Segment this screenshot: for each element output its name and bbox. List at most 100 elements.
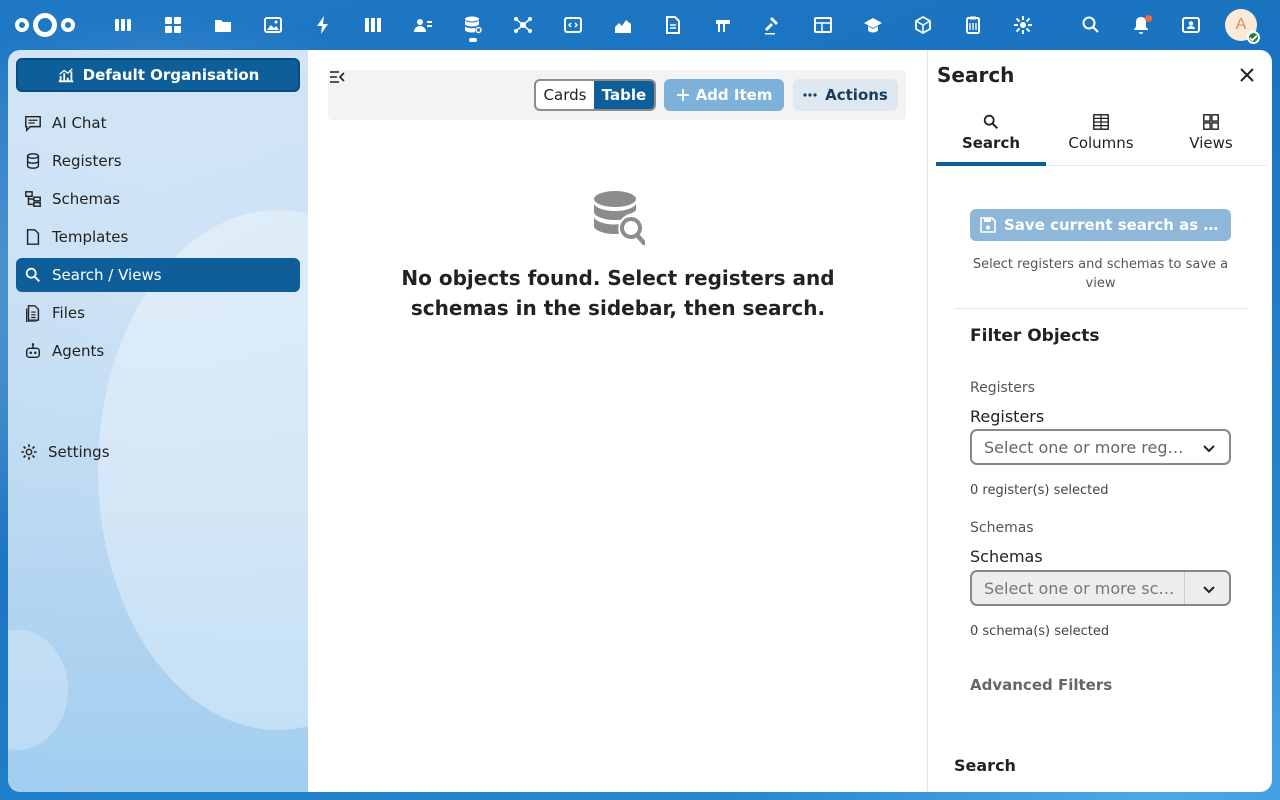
registers-select[interactable]: Select one or more registers [970,429,1231,465]
schemas-placeholder: Select one or more schemas [984,578,1184,598]
nextcloud-logo[interactable] [14,11,76,39]
widgets-icon[interactable] [148,0,198,50]
robot-icon [25,343,41,359]
advanced-filters-toggle[interactable]: Advanced Filters [970,676,1112,694]
sidebar-item-label: Templates [52,228,129,246]
organisation-label: Default Organisation [82,66,260,84]
chevron-down-icon [1203,445,1215,453]
table-view-button[interactable]: Table [594,81,654,109]
network-icon[interactable] [498,0,548,50]
files-icon [26,305,40,322]
add-item-label: Add Item [695,86,773,104]
toolbar: Cards Table Add Item Actions [328,70,906,120]
main-content: Cards Table Add Item Actions No objects … [308,50,927,792]
tab-label: Columns [1068,134,1134,152]
sidebar-item-label: AI Chat [52,114,107,132]
panel-tabs: Search Columns Views [936,110,1266,166]
toggle-navigation-button[interactable] [324,64,350,90]
tab-views[interactable]: Views [1156,110,1266,165]
gear-icon [21,444,37,460]
avatar-letter: A [1235,16,1247,33]
sidebar-item-label: Schemas [52,190,121,208]
cards-view-button[interactable]: Cards [536,81,594,109]
education-icon[interactable] [848,0,898,50]
flag-icon[interactable] [698,0,748,50]
registers-section-label: Registers [970,380,1035,396]
files-icon[interactable] [198,0,248,50]
save-view-label: Save current search as view [1004,216,1219,234]
save-hint: Select registers and schemas to save a v… [972,257,1229,291]
tab-columns[interactable]: Columns [1046,110,1156,165]
organisation-button[interactable]: Default Organisation [16,58,300,92]
sidebar-item-registers[interactable]: Registers [16,144,300,178]
sidebar-item-label: Agents [52,342,105,360]
organisation-icon [58,68,73,83]
sidebar-item-settings[interactable]: Settings [16,435,300,469]
notification-dot [1145,15,1152,22]
select-divider [1184,572,1185,604]
sidebar-item-agents[interactable]: Agents [16,334,300,368]
activity-icon[interactable] [298,0,348,50]
sidebar-item-schemas[interactable]: Schemas [16,182,300,216]
chat-icon [25,115,41,132]
menu-collapse-icon [330,71,345,83]
background-shape [8,630,68,750]
tab-label: Search [961,134,1021,152]
photos-icon[interactable] [248,0,298,50]
sidebar-item-label: Search / Views [52,266,162,284]
plus-icon [676,89,689,101]
deck-icon[interactable] [348,0,398,50]
view-toggle: Cards Table [534,79,656,111]
close-button[interactable] [1236,64,1258,86]
sidebar-item-label: Files [52,304,85,322]
clipboard-icon[interactable] [948,0,998,50]
panel-title: Search [937,63,1015,87]
schemas-field-label: Schemas [970,547,1043,566]
app-navigation: Default Organisation AI Chat Registers S… [8,50,308,792]
search-sidebar: Search Search Columns Views Save current… [927,50,1272,792]
avatar[interactable]: A [1225,9,1260,44]
code-icon[interactable] [548,0,598,50]
gavel-icon[interactable] [748,0,798,50]
dots-horizontal-icon [803,93,817,97]
tab-label: Views [1189,134,1233,152]
divider [954,308,1247,309]
analytics-icon[interactable] [598,0,648,50]
sidebar-item-ai-chat[interactable]: AI Chat [16,106,300,140]
views-icon [1203,114,1219,130]
add-item-button[interactable]: Add Item [664,79,784,111]
app-menu [98,0,1048,50]
database-icon [26,153,40,169]
search-icon [983,114,999,130]
nav-list: AI Chat Registers Schemas Templates Sear… [16,106,300,461]
tab-search[interactable]: Search [936,110,1046,166]
close-icon [1240,68,1254,82]
search-section-heading: Search [954,756,1016,775]
document-icon[interactable] [648,0,698,50]
online-status-icon [1247,31,1260,44]
dashboard-icon[interactable] [98,0,148,50]
search-icon [25,267,41,283]
contacts-icon[interactable] [398,0,448,50]
actions-button[interactable]: Actions [793,79,898,111]
database-search-icon [594,191,645,246]
actions-label: Actions [825,86,888,104]
registers-placeholder: Select one or more registers [984,437,1184,457]
settings-app-icon[interactable] [998,0,1048,50]
sidebar-item-files[interactable]: Files [16,296,300,330]
user-menu[interactable]: A [1216,0,1266,50]
save-view-button[interactable]: Save current search as view [970,209,1231,241]
registers-field-label: Registers [970,407,1045,426]
columns-icon [1093,114,1109,130]
cube-icon[interactable] [898,0,948,50]
contacts-menu-icon[interactable] [1166,0,1216,50]
sidebar-item-search-views[interactable]: Search / Views [16,258,300,292]
save-icon [980,217,996,233]
openregister-icon[interactable] [448,0,498,50]
sidebar-item-label: Registers [52,152,122,170]
search-icon[interactable] [1066,0,1116,50]
notifications-icon[interactable] [1116,0,1166,50]
sidebar-item-templates[interactable]: Templates [16,220,300,254]
schemas-select[interactable]: Select one or more schemas [970,570,1231,606]
table-icon[interactable] [798,0,848,50]
